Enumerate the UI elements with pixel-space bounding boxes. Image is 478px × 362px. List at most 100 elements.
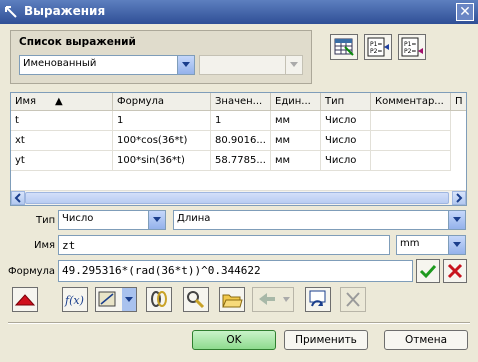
function-button[interactable]: f(x) — [62, 287, 88, 312]
cell-formula[interactable]: 100*cos(36*t) — [113, 131, 211, 151]
window-title: Выражения — [24, 4, 106, 18]
cell-text: мм — [275, 155, 291, 166]
name-input-value: zt — [62, 239, 76, 252]
cell-value[interactable]: 58.7785... — [211, 151, 271, 171]
column-header-name[interactable]: Имя ▲ — [11, 93, 113, 111]
chevron-down-icon[interactable] — [177, 56, 194, 74]
cell-unit[interactable]: мм — [271, 111, 321, 131]
cell-type[interactable]: Число — [321, 111, 371, 131]
spreadsheet-icon — [334, 38, 354, 56]
column-header-label: Тип — [325, 96, 345, 107]
reject-formula-button[interactable] — [443, 259, 467, 283]
scroll-left-icon[interactable] — [11, 191, 25, 205]
table-row[interactable]: yt — [11, 151, 113, 171]
cell-name: t — [15, 115, 19, 126]
type-select[interactable]: Число — [58, 210, 166, 230]
replace-button — [252, 287, 294, 312]
sort-ascending-icon: ▲ — [55, 96, 63, 107]
cell-comment[interactable] — [371, 151, 451, 171]
svg-text:f(x): f(x) — [64, 294, 84, 307]
type-label: Тип — [36, 215, 56, 226]
cell-text: 100*sin(36*t) — [117, 155, 185, 166]
open-folder-icon — [222, 294, 243, 308]
cancel-button[interactable]: Отмена — [384, 330, 468, 350]
cell-unit[interactable]: мм — [271, 131, 321, 151]
scroll-thumb[interactable] — [25, 192, 449, 204]
cell-formula[interactable]: 100*sin(36*t) — [113, 151, 211, 171]
cell-text: 1 — [117, 115, 124, 126]
export-expressions-button[interactable]: P1= P2= — [364, 34, 392, 60]
open-file-button[interactable] — [219, 287, 245, 312]
link-button[interactable] — [146, 287, 172, 312]
spreadsheet-edit-button[interactable] — [330, 34, 358, 60]
cell-comment[interactable] — [371, 131, 451, 151]
ok-button[interactable]: OK — [192, 330, 276, 350]
cell-unit[interactable]: мм — [271, 151, 321, 171]
cell-type[interactable]: Число — [321, 131, 371, 151]
import-expressions-button[interactable]: P1= P2= — [398, 34, 426, 60]
cell-text: Число — [325, 155, 357, 166]
delete-button — [340, 287, 366, 312]
measure-button[interactable] — [95, 287, 137, 312]
svg-text:P2=: P2= — [404, 48, 416, 55]
cell-type[interactable]: Число — [321, 151, 371, 171]
column-header-formula[interactable]: Формула — [113, 93, 211, 111]
horizontal-scrollbar[interactable] — [11, 190, 466, 205]
red-x-icon — [447, 263, 463, 279]
column-header-type[interactable]: Тип — [321, 93, 371, 111]
expression-list-group: Список выражений Именованный — [10, 30, 312, 84]
column-header-unit[interactable]: Един... — [271, 93, 321, 111]
dimension-select[interactable]: Длина — [173, 210, 466, 230]
refresh-button[interactable] — [305, 287, 331, 312]
formula-input[interactable]: 49.295316*(rad(36*t))^0.344622 — [58, 260, 413, 282]
apply-button[interactable]: Применить — [284, 330, 368, 350]
dimension-value: Длина — [177, 213, 211, 224]
formula-label: Формула — [8, 266, 56, 277]
column-header-value[interactable]: Значен... — [211, 93, 271, 111]
chevron-down-icon[interactable] — [448, 236, 465, 254]
column-header-label: Един... — [275, 96, 311, 107]
list-filter-value: Именованный — [23, 58, 97, 69]
import-p1p2-icon: P1= P2= — [401, 37, 423, 57]
cell-text: Число — [325, 135, 357, 146]
find-button[interactable] — [183, 287, 209, 312]
column-header-extra[interactable]: П — [451, 93, 466, 111]
cell-text: Число — [325, 115, 357, 126]
column-header-comment[interactable]: Комментар... — [371, 93, 451, 111]
cell-text: 100*cos(36*t) — [117, 135, 188, 146]
table-row[interactable]: xt — [11, 131, 113, 151]
type-value: Число — [62, 213, 94, 224]
column-header-label: Комментар... — [375, 96, 444, 107]
replace-icon — [259, 293, 290, 305]
column-header-label: Имя — [15, 96, 37, 107]
name-input[interactable]: zt — [58, 235, 390, 255]
title-bar[interactable]: Выражения ✕ — [0, 0, 478, 24]
svg-text:P2=: P2= — [370, 48, 382, 55]
unit-select[interactable]: mm — [396, 235, 466, 255]
scroll-right-icon[interactable] — [452, 191, 466, 205]
separator — [8, 322, 470, 324]
expressions-dialog: Выражения ✕ Список выражений Именованный… — [0, 0, 478, 362]
link-chain-icon — [151, 291, 167, 307]
collapse-up-icon — [14, 294, 36, 306]
list-filter-select[interactable]: Именованный — [19, 55, 195, 75]
unit-value: mm — [400, 238, 420, 249]
chevron-down-icon[interactable] — [448, 211, 465, 229]
cell-formula[interactable]: 1 — [113, 111, 211, 131]
secondary-filter-select[interactable] — [199, 55, 303, 75]
table-row[interactable]: t — [11, 111, 113, 131]
function-icon: f(x) — [64, 294, 84, 307]
cell-comment[interactable] — [371, 111, 451, 131]
cell-value[interactable]: 80.9016... — [211, 131, 271, 151]
cell-text: 80.9016... — [215, 135, 266, 146]
close-icon[interactable]: ✕ — [456, 3, 474, 21]
cell-text: мм — [275, 115, 291, 126]
accept-formula-button[interactable] — [416, 259, 440, 283]
svg-text:P1=: P1= — [370, 41, 382, 48]
cell-name: yt — [15, 155, 25, 166]
collapse-button[interactable] — [12, 287, 38, 312]
cursor-arrow-icon — [4, 5, 18, 19]
cell-value[interactable]: 1 — [211, 111, 271, 131]
chevron-down-icon[interactable] — [148, 211, 165, 229]
column-header-label: Значен... — [215, 96, 263, 107]
